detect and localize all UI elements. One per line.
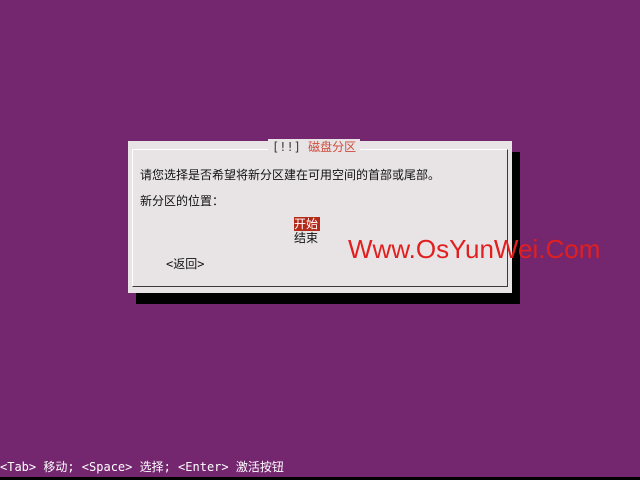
option-start[interactable]: 开始 <box>294 217 321 231</box>
position-label: 新分区的位置： <box>140 194 225 208</box>
dialog-title-text: 磁盘分区 <box>308 140 357 154</box>
keyboard-help-bar: <Tab> 移动; <Space> 选择; <Enter> 激活按钮 <box>0 460 284 474</box>
installer-screen: [!!] 磁盘分区 请您选择是否希望将新分区建在可用空间的首部或尾部。 新分区的… <box>0 0 640 480</box>
dialog-title: [!!] 磁盘分区 <box>268 139 361 155</box>
dialog-prompt: 请您选择是否希望将新分区建在可用空间的首部或尾部。 <box>140 168 441 182</box>
option-end[interactable]: 结束 <box>294 231 320 245</box>
partition-dialog: [!!] 磁盘分区 请您选择是否希望将新分区建在可用空间的首部或尾部。 新分区的… <box>128 139 512 293</box>
back-button[interactable]: <返回> <box>166 255 204 272</box>
dialog-title-priority: [!!] <box>272 140 301 154</box>
watermark-text: Www.OsYunWei.Com <box>348 234 601 264</box>
